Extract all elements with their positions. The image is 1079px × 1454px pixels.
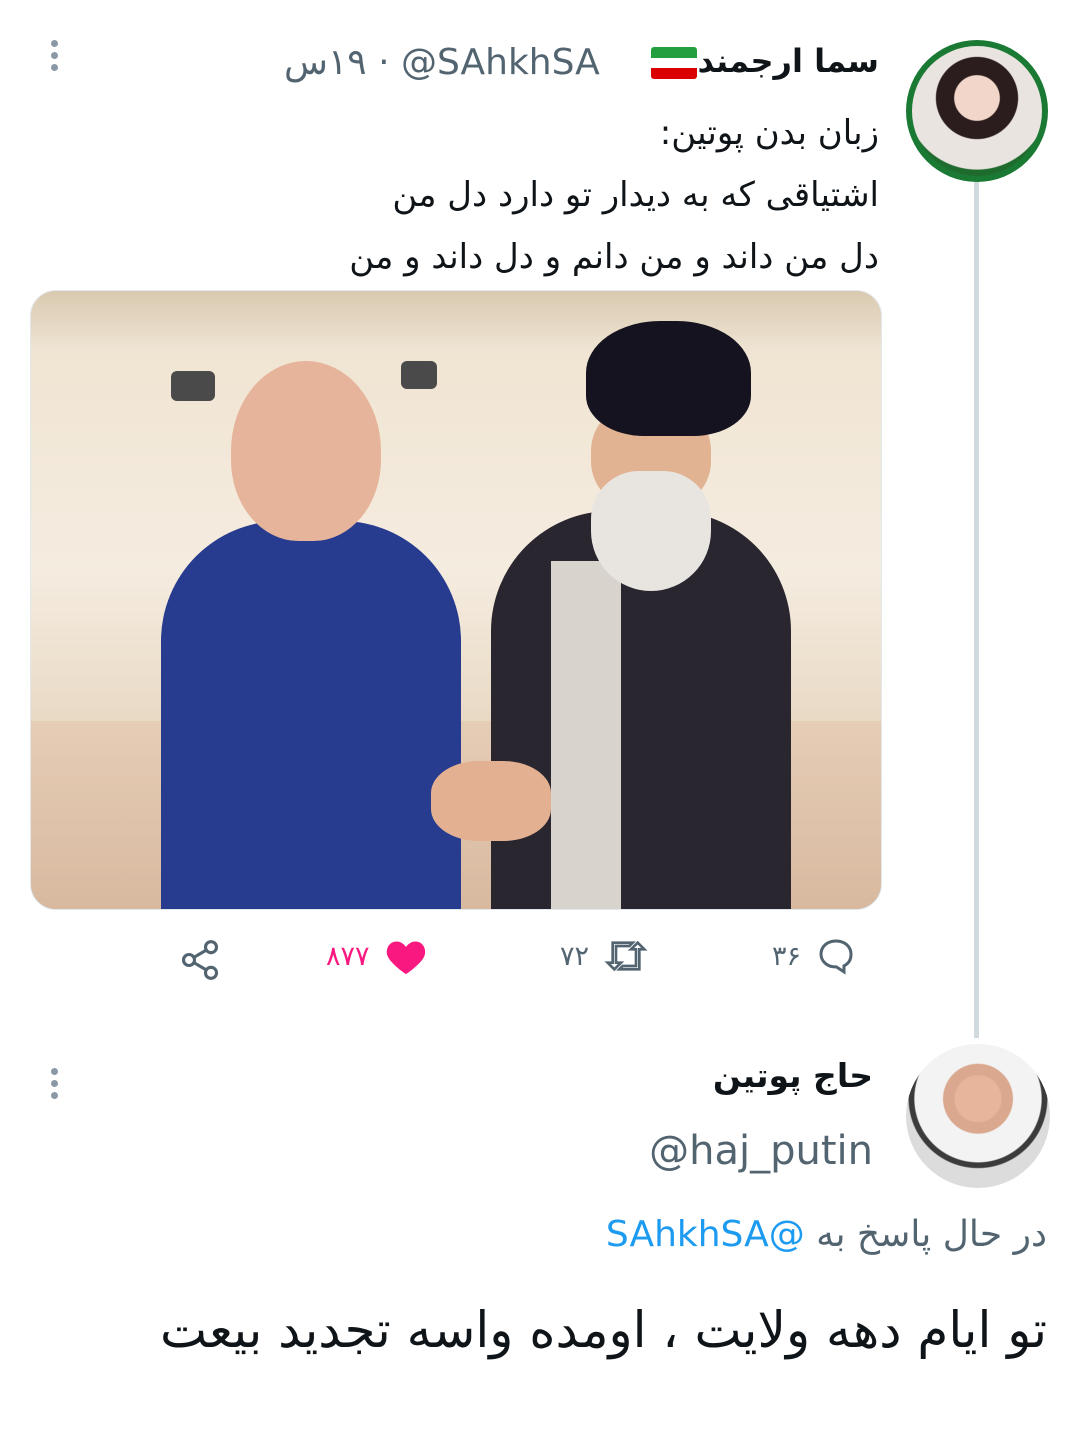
more-icon[interactable] [48, 1068, 60, 1099]
replying-prefix: در حال پاسخ به [816, 1214, 1047, 1255]
more-icon[interactable] [48, 40, 60, 71]
tweet-line: اشتیاقی که به دیدار تو دارد دل من [392, 175, 879, 215]
photo-person-right-turban [586, 321, 751, 436]
tweet-photo[interactable] [30, 290, 882, 910]
reply-author-handle[interactable]: @haj_putin [649, 1128, 873, 1174]
photo-person-right-inner-robe [551, 561, 621, 909]
reply-count: ۳۶ [772, 940, 802, 972]
thread-connector-line [974, 178, 979, 1038]
retweet-icon [604, 940, 648, 972]
tweet-time[interactable]: ۱۹س [284, 42, 367, 83]
photo-wall-lamp [171, 371, 215, 401]
share-button[interactable] [178, 938, 222, 982]
author-handle[interactable]: @SAhkhSA [401, 42, 600, 83]
like-button[interactable]: ۸۷۷ [326, 936, 428, 976]
photo-wall-lamp [401, 361, 437, 389]
photo-person-right-beard [591, 471, 711, 591]
tweet-meta: ۱۹س · @SAhkhSA [284, 42, 600, 83]
photo-handshake [431, 761, 551, 841]
photo-person-left-suit [161, 521, 461, 909]
tweet-line: دل من داند و من دانم و دل داند و من [349, 237, 879, 277]
replying-to-mention[interactable]: @SAhkhSA [606, 1214, 805, 1255]
author-avatar[interactable] [906, 40, 1048, 182]
reply-tweet-text: تو ایام دهه ولایت ، اومده واسه تجدید بیع… [160, 1301, 1047, 1359]
reply-author-display-name[interactable]: حاج پوتین [713, 1056, 873, 1095]
replying-to-line: در حال پاسخ به @SAhkhSA [606, 1214, 1047, 1255]
retweet-button[interactable]: ۷۲ [560, 936, 649, 976]
tweet-text: زبان بدن پوتین: اشتیاقی که به دیدار تو د… [239, 102, 879, 288]
reply-button[interactable]: ۳۶ [772, 936, 857, 976]
meta-separator: · [378, 42, 390, 83]
photo-ceiling [31, 291, 881, 351]
author-display-name[interactable]: سما ارجمند [697, 42, 879, 80]
reply-author-avatar[interactable] [906, 1044, 1050, 1188]
iran-flag-icon [651, 47, 698, 79]
share-icon [181, 940, 219, 980]
author-name-row[interactable]: سما ارجمند [645, 42, 879, 80]
reply-icon [819, 939, 853, 975]
like-count: ۸۷۷ [326, 940, 370, 972]
photo-person-left-head [231, 361, 381, 541]
tweet-line: زبان بدن پوتین: [659, 113, 879, 153]
retweet-count: ۷۲ [560, 940, 590, 972]
heart-filled-icon [386, 941, 425, 975]
